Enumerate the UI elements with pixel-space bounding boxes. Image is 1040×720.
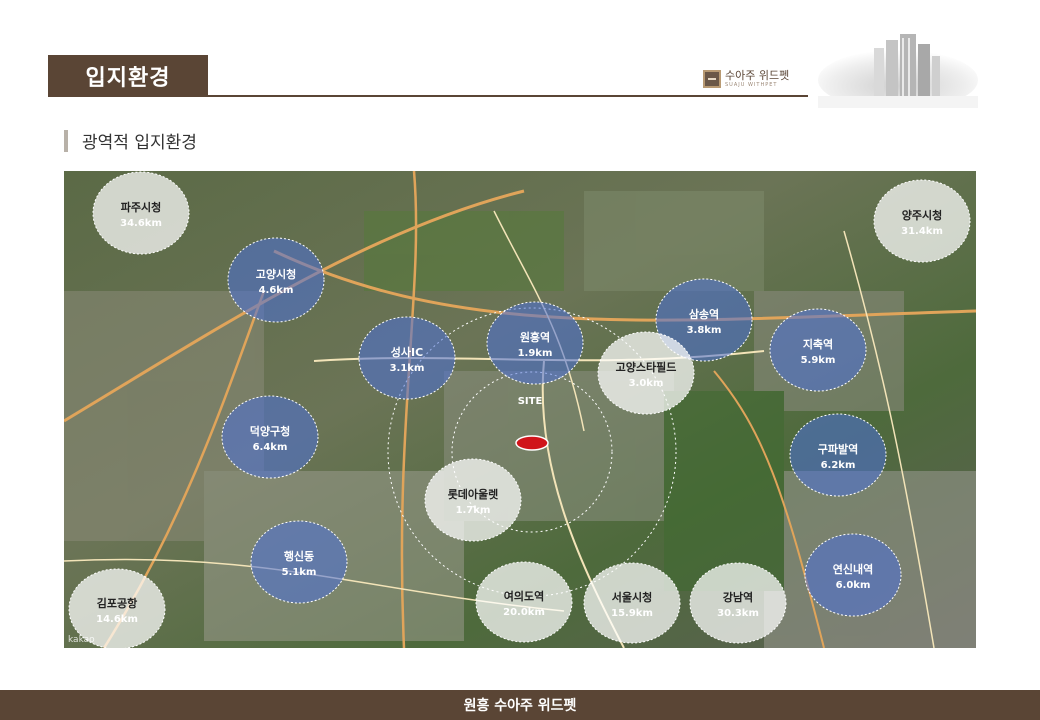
site-marker[interactable] [515, 435, 549, 451]
brand-logo: 수아주 위드펫 SUAJU WITHPET [703, 67, 813, 91]
page-title: 입지환경 [48, 55, 208, 97]
destination-wonheung[interactable]: 원흥역 1.9km [486, 301, 584, 385]
destination-distance: 31.4km [901, 226, 943, 237]
destination-distance: 5.1km [282, 567, 317, 578]
destination-name: 롯데아울렛 [448, 487, 499, 501]
map-attribution: kakao [68, 635, 95, 645]
destination-starfield[interactable]: 고양스타필드 3.0km [597, 331, 695, 415]
destination-name: 덕양구청 [250, 424, 290, 438]
destination-distance: 4.6km [259, 285, 294, 296]
destination-name: 파주시청 [121, 200, 161, 214]
destination-distance: 6.0km [836, 580, 871, 591]
title-divider [48, 95, 808, 97]
destination-distance: 3.8km [687, 325, 722, 336]
destination-seoul[interactable]: 서울시청 15.9km [583, 562, 681, 644]
logo-name: 수아주 위드펫 [725, 69, 790, 82]
destination-paju[interactable]: 파주시청 34.6km [92, 171, 190, 255]
destination-gangnam[interactable]: 강남역 30.3km [689, 562, 787, 644]
logo-text: 수아주 위드펫 SUAJU WITHPET [725, 70, 789, 88]
destination-name: 여의도역 [504, 589, 544, 603]
destination-yeonsinnae[interactable]: 연신내역 6.0km [804, 533, 902, 617]
destination-name: 삼송역 [689, 307, 719, 321]
destination-goyang[interactable]: 고양시청 4.6km [227, 237, 325, 323]
destination-name: 연신내역 [833, 562, 873, 576]
destination-gupabal[interactable]: 구파발역 6.2km [789, 413, 887, 497]
destination-name: 원흥역 [520, 330, 550, 344]
destination-name: 김포공항 [97, 596, 137, 610]
destination-deogyang[interactable]: 덕양구청 6.4km [221, 395, 319, 479]
footer-text: 원흥 수아주 위드펫 [463, 698, 577, 714]
satellite-map[interactable]: 파주시청 34.6km 고양시청 4.6km 성사IC 3.1km 원흥역 1.9km 삼송역 3… [64, 171, 976, 648]
destination-distance: 34.6km [120, 218, 162, 229]
destination-name: 행신동 [284, 549, 314, 563]
destination-distance: 3.1km [390, 363, 425, 374]
destination-distance: 14.6km [96, 614, 138, 625]
destination-distance: 6.2km [821, 460, 856, 471]
destination-name: 고양스타필드 [616, 360, 677, 374]
destination-name: 고양시청 [256, 267, 296, 281]
subtitle-marker [64, 130, 68, 152]
destination-name: 성사IC [391, 345, 423, 359]
destination-name: 양주시청 [902, 208, 942, 222]
destination-seongsa[interactable]: 성사IC 3.1km [358, 316, 456, 400]
destination-lotte[interactable]: 롯데아울렛 1.7km [424, 458, 522, 542]
section-subtitle: 광역적 입지환경 [82, 133, 197, 153]
destination-yeouido[interactable]: 여의도역 20.0km [475, 561, 573, 643]
destination-name: 강남역 [723, 590, 753, 604]
destination-name: 지축역 [803, 337, 833, 351]
destination-distance: 30.3km [717, 608, 759, 619]
destination-name: 구파발역 [818, 442, 858, 456]
destination-jichuk[interactable]: 지축역 5.9km [769, 308, 867, 392]
destination-distance: 1.7km [456, 505, 491, 516]
logo-subtitle: SUAJU WITHPET [725, 82, 778, 88]
destination-distance: 5.9km [801, 355, 836, 366]
building-illustration [818, 30, 978, 110]
destination-distance: 6.4km [253, 442, 288, 453]
destination-name: 서울시청 [612, 590, 652, 604]
destination-distance: 3.0km [629, 378, 664, 389]
logo-icon [703, 70, 721, 88]
site-label: SITE [518, 396, 543, 407]
footer-bar: 원흥 수아주 위드펫 [0, 690, 1040, 720]
destination-haengsin[interactable]: 행신동 5.1km [250, 520, 348, 604]
destination-yangju[interactable]: 양주시청 31.4km [873, 179, 971, 263]
destination-distance: 15.9km [611, 608, 653, 619]
destination-distance: 1.9km [518, 348, 553, 359]
destination-distance: 20.0km [503, 607, 545, 618]
